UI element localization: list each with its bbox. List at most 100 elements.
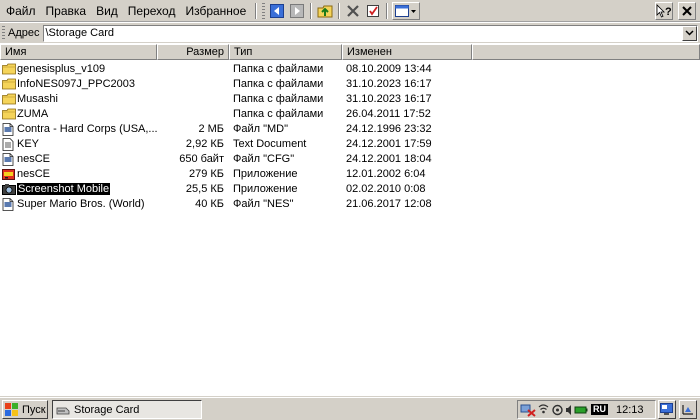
delete-icon <box>347 4 360 17</box>
delete-button[interactable] <box>344 1 363 20</box>
file-modified: 31.10.2023 16:17 <box>346 78 432 90</box>
start-label: Пуск <box>22 403 46 416</box>
address-dropdown-button[interactable] <box>682 25 697 41</box>
file-type: Папка с файлами <box>233 63 324 75</box>
file-modified: 12.01.2002 6:04 <box>346 168 426 180</box>
column-size[interactable]: Размер <box>157 44 229 60</box>
toolbar-grip[interactable] <box>262 2 266 19</box>
forward-button[interactable] <box>288 1 307 20</box>
help-button[interactable]: ? <box>655 2 673 20</box>
file-name[interactable]: Musashi <box>17 92 157 107</box>
file-type: Папка с файлами <box>233 93 324 105</box>
file-modified: 24.12.1996 23:32 <box>346 123 432 135</box>
file-row[interactable]: genesisplus_v109 Папка с файлами 08.10.200… <box>0 62 700 77</box>
address-input[interactable]: \Storage Card <box>42 24 698 42</box>
file-type: Файл "CFG" <box>233 153 295 165</box>
close-icon <box>682 6 692 16</box>
network-icon[interactable] <box>520 403 536 417</box>
file-name-text: genesisplus_v109 <box>17 63 106 75</box>
folder-icon <box>2 107 16 122</box>
clock[interactable]: 12:13 <box>616 404 644 416</box>
file-size: 2 МБ <box>198 123 224 135</box>
file-row[interactable]: nesCE 279 КБ Приложение 12.01.2002 6:04 <box>0 167 700 182</box>
close-button[interactable] <box>678 2 696 20</box>
file-name[interactable]: nesCE <box>17 152 157 167</box>
show-desktop-button[interactable] <box>658 400 676 419</box>
volume-icon[interactable] <box>565 403 573 417</box>
file-name[interactable]: ZUMA <box>17 107 157 122</box>
file-icon <box>2 152 16 167</box>
file-row[interactable]: Screenshot Mobile 25,5 КБ Приложение 02.02.… <box>0 182 700 197</box>
menu-view[interactable]: Вид <box>92 2 122 20</box>
file-modified: 02.02.2010 0:08 <box>346 183 426 195</box>
camera-app-icon <box>2 182 16 197</box>
toolbar-separator <box>310 2 313 19</box>
file-size <box>157 77 224 92</box>
views-dropdown-button[interactable] <box>392 1 421 20</box>
file-type: Папка с файлами <box>233 78 324 90</box>
file-rows: genesisplus_v109 Папка с файлами 08.10.200… <box>0 62 700 212</box>
column-modified[interactable]: Изменен <box>342 44 472 60</box>
file-row[interactable]: Super Mario Bros. (World) 40 КБ Файл "NES"… <box>0 197 700 212</box>
file-name[interactable]: Super Mario Bros. (World) <box>17 197 157 212</box>
keyboard-icon <box>682 404 693 415</box>
file-name[interactable]: Screenshot Mobile <box>17 182 157 197</box>
file-row[interactable]: Musashi Папка с файлами 31.10.2023 16:17 <box>0 92 700 107</box>
file-name-text: Super Mario Bros. (World) <box>17 198 145 210</box>
address-label: Адрес <box>8 27 40 39</box>
address-bar: Адрес \Storage Card <box>0 23 700 43</box>
menu-file[interactable]: Файл <box>2 2 40 20</box>
file-row[interactable]: KEY 2,92 КБ Text Document 24.12.2001 17:59 <box>0 137 700 152</box>
up-folder-button[interactable] <box>316 1 335 20</box>
file-size: 25,5 КБ <box>185 183 224 195</box>
toolbar-separator <box>386 2 389 19</box>
menu-favorites[interactable]: Избранное <box>181 2 250 20</box>
file-name[interactable]: Contra - Hard Corps (USA,... <box>17 122 157 137</box>
file-type: Файл "MD" <box>233 123 289 135</box>
file-list[interactable]: Имя Размер Тип Изменен genesisplus_v109 П… <box>0 44 700 396</box>
file-name[interactable]: genesisplus_v109 <box>17 62 157 77</box>
file-name[interactable]: nesCE <box>17 167 157 182</box>
file-row[interactable]: ZUMA Папка с файлами 26.04.2011 17:52 <box>0 107 700 122</box>
file-size: 2,92 КБ <box>185 138 224 150</box>
menu-toolbar: Файл Правка Вид Переход Избранное ? <box>0 0 700 22</box>
column-type[interactable]: Тип <box>229 44 342 60</box>
file-type: Папка с файлами <box>233 108 324 120</box>
sync-icon[interactable] <box>551 403 564 417</box>
address-bar-grip[interactable] <box>2 26 5 40</box>
file-name[interactable]: KEY <box>17 137 157 152</box>
up-folder-icon <box>317 5 333 17</box>
start-button[interactable]: Пуск <box>2 400 48 419</box>
back-button[interactable] <box>268 1 287 20</box>
menu-go[interactable]: Переход <box>124 2 180 20</box>
file-row[interactable]: nesCE 650 байт Файл "CFG" 24.12.2001 18:04 <box>0 152 700 167</box>
taskbar-window-storage-card[interactable]: Storage Card <box>52 400 202 419</box>
properties-icon <box>367 4 380 17</box>
taskbar-window-label: Storage Card <box>74 403 140 416</box>
toolbar-separator <box>255 2 258 19</box>
desktop-icon <box>660 403 673 415</box>
folder-icon <box>2 92 16 107</box>
input-panel-button[interactable] <box>679 400 697 419</box>
file-size <box>157 92 224 107</box>
text-document-icon <box>2 137 16 152</box>
file-name-text: InfoNES097J_PPC2003 <box>17 78 136 90</box>
address-value: \Storage Card <box>45 27 114 39</box>
file-name-text: Screenshot Mobile <box>17 183 111 195</box>
properties-button[interactable] <box>364 1 383 20</box>
column-empty <box>472 44 700 60</box>
language-indicator[interactable]: RU <box>591 404 608 415</box>
file-row[interactable]: Contra - Hard Corps (USA,... 2 МБ Файл "MD… <box>0 122 700 137</box>
column-name[interactable]: Имя <box>0 44 157 60</box>
file-modified: 21.06.2017 12:08 <box>346 198 432 210</box>
file-name-text: Contra - Hard Corps (USA,... <box>17 123 157 135</box>
wireless-signal-icon[interactable] <box>537 403 550 417</box>
battery-icon[interactable] <box>574 403 588 417</box>
taskbar: Пуск Storage Card RU 12:13 <box>0 397 700 420</box>
file-icon <box>2 197 16 212</box>
file-name-text: Musashi <box>17 93 58 105</box>
file-name[interactable]: InfoNES097J_PPC2003 <box>17 77 157 92</box>
file-modified: 26.04.2011 17:52 <box>346 108 431 120</box>
file-row[interactable]: InfoNES097J_PPC2003 Папка с файлами 31.10.… <box>0 77 700 92</box>
menu-edit[interactable]: Правка <box>42 2 91 20</box>
